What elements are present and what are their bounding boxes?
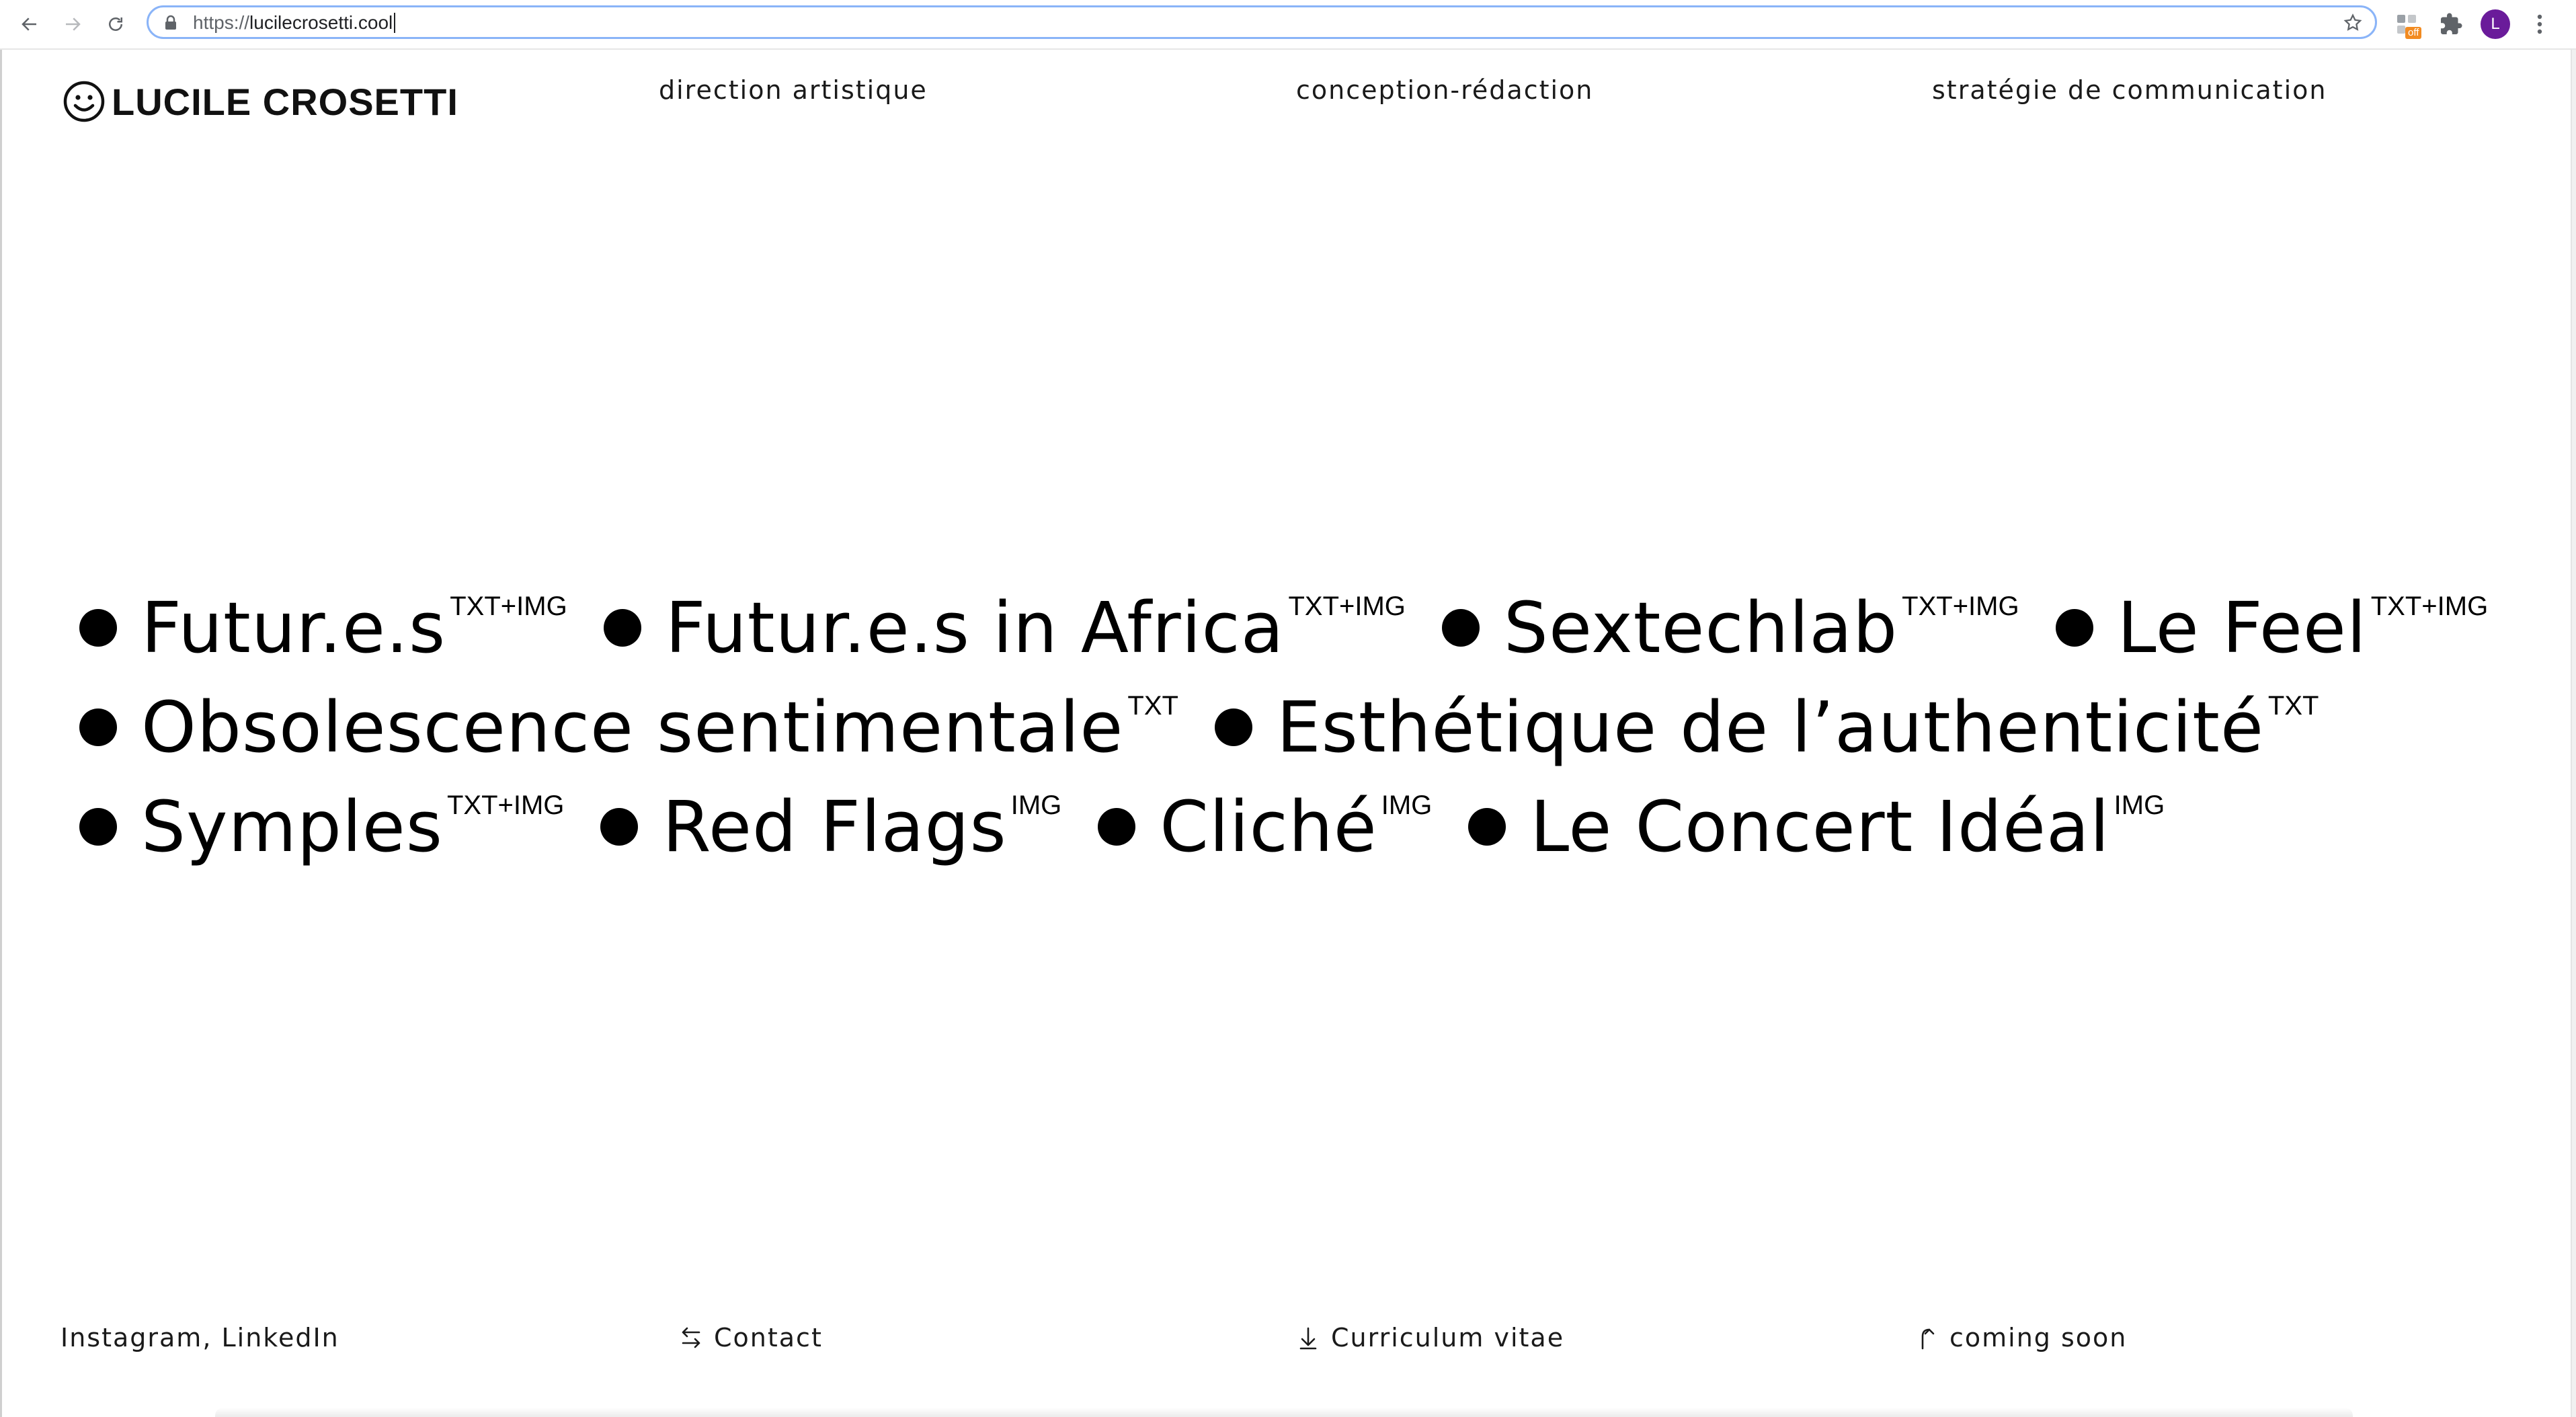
page-scrollbar[interactable] [2571,50,2576,1417]
project-tag: TXT [2267,691,2319,721]
back-button[interactable] [15,9,44,39]
nav-conception-redaction[interactable]: conception-rédaction [1296,75,1593,105]
project-row: Symples TXT+IMG Red Flags IMG Cliché IMG… [79,777,2499,877]
project-futures[interactable]: Futur.e.s TXT+IMG [79,588,567,668]
puzzle-icon[interactable] [2439,12,2463,36]
project-tag: IMG [1381,791,1433,820]
project-title: Symples [141,786,443,868]
extension-badge: off [2405,27,2422,39]
site-logo[interactable]: LUCILE CROSETTI [62,79,458,124]
text-caret [394,13,396,33]
project-row: Futur.e.s TXT+IMG Futur.e.s in Africa TX… [79,578,2499,678]
project-title: Esthétique de l’authenticité [1276,686,2264,768]
project-cliche[interactable]: Cliché IMG [1098,786,1432,867]
project-tag: IMG [1010,791,1062,820]
bullet-dot [1468,808,1506,846]
coming-soon-link[interactable]: coming soon [1913,1323,2127,1352]
project-le-feel[interactable]: Le Feel TXT+IMG [2055,587,2489,669]
bullet-dot [2055,609,2093,647]
project-sextechlab[interactable]: Sextechlab TXT+IMG [1441,587,2019,669]
project-title: Le Concert Idéal [1530,786,2110,868]
project-title: Red Flags [662,786,1007,868]
swap-arrows-icon [682,1327,700,1348]
project-title: Le Feel [2117,587,2367,669]
project-futures-in-africa[interactable]: Futur.e.s in Africa TXT+IMG [603,587,1406,669]
reload-icon [109,17,122,31]
window-edge [0,50,2,1417]
cv-download-link[interactable]: Curriculum vitae [1295,1323,1564,1352]
contact-link[interactable]: Contact [678,1323,823,1352]
nav-direction-artistique[interactable]: direction artistique [659,75,928,105]
bullet-dot [1441,609,1480,647]
project-tag: TXT+IMG [2370,592,2489,621]
arrow-right-icon [66,17,81,31]
nav-strategie-communication[interactable]: stratégie de communication [1932,75,2327,105]
bullet-dot [79,708,117,746]
project-tag: TXT+IMG [446,791,565,820]
lock-icon [165,15,176,30]
browser-toolbar: https://lucilecrosetti.cool off L [0,0,2576,50]
arrow-left-icon [22,17,36,31]
project-title: Cliché [1160,786,1377,868]
url-host: lucilecrosetti.cool [249,12,393,33]
cv-label: Curriculum vitae [1331,1323,1565,1352]
download-arrow-icon [1299,1327,1317,1350]
project-tag: TXT+IMG [1902,592,2019,621]
project-title: Sextechlab [1503,587,1898,669]
profile-avatar[interactable]: L [2481,9,2510,39]
forward-button[interactable] [58,9,87,39]
reload-button[interactable] [101,9,130,39]
coming-soon-label: coming soon [1949,1323,2128,1352]
bullet-dot [1098,808,1136,846]
kebab-menu-icon[interactable] [2528,11,2552,38]
project-row: Obsolescence sentimentale TXT Esthétique… [79,678,2499,777]
project-symples[interactable]: Symples TXT+IMG [79,786,564,867]
bullet-dot [1214,708,1252,746]
project-list: Futur.e.s TXT+IMG Futur.e.s in Africa TX… [79,578,2499,877]
project-title: Obsolescence sentimentale [141,686,1124,768]
bullet-dot [79,609,117,647]
bottom-shadow [215,1408,2353,1417]
project-tag: TXT+IMG [1288,592,1406,621]
project-red-flags[interactable]: Red Flags IMG [600,786,1061,867]
project-tag: TXT+IMG [450,592,567,621]
url-scheme: https:// [193,12,250,33]
star-icon[interactable] [2343,13,2363,33]
project-tag: TXT [1127,691,1178,721]
project-obsolescence-sentimentale[interactable]: Obsolescence sentimentale TXT [79,687,1178,768]
smiley-icon [63,81,105,122]
bullet-dot [603,609,641,647]
address-bar[interactable]: https://lucilecrosetti.cool [147,5,2377,39]
project-title: Futur.e.s in Africa [665,587,1285,669]
bullet-dot [79,808,117,846]
project-title: Futur.e.s [141,587,446,669]
project-le-concert-ideal[interactable]: Le Concert Idéal IMG [1468,786,2165,867]
project-tag: IMG [2114,791,2165,820]
project-esthetique-authenticite[interactable]: Esthétique de l’authenticité TXT [1214,686,2319,768]
contact-label: Contact [714,1323,823,1352]
curved-up-arrow-icon [1921,1328,1935,1350]
url-text[interactable]: https://lucilecrosetti.cool [193,12,396,33]
social-links[interactable]: Instagram, LinkedIn [61,1323,339,1352]
site-name: LUCILE CROSETTI [112,80,458,123]
bullet-dot [600,808,639,846]
